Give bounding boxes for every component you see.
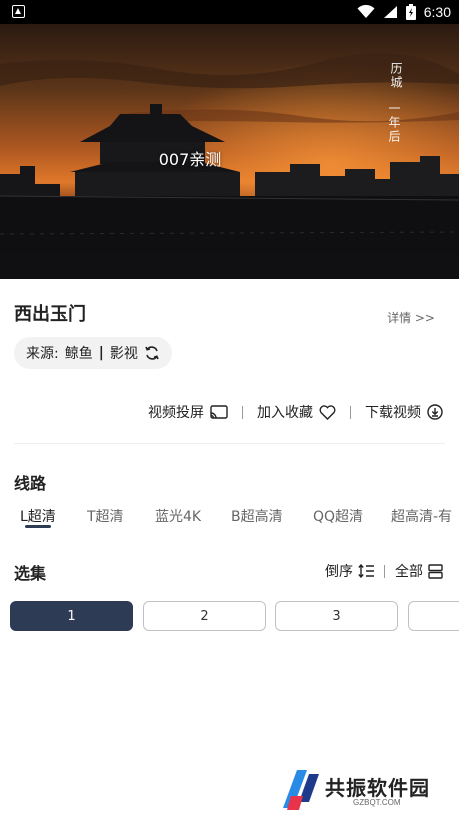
video-title: 007亲测 [158, 150, 222, 169]
notification-icon [12, 5, 25, 18]
source-label: 来源: [26, 346, 59, 362]
status-time: 6:30 [423, 4, 451, 20]
video-caption-1: 历城 [389, 62, 403, 90]
section-divider [14, 443, 445, 444]
signal-icon [383, 6, 397, 18]
episode-button[interactable] [408, 601, 459, 631]
source-selector[interactable]: 来源: 鲸鱼 | 影视 [14, 337, 172, 369]
route-tab[interactable]: 超高清-有 [391, 506, 452, 526]
watermark-logo [283, 770, 319, 810]
detail-link[interactable]: 详情 >> [387, 309, 435, 326]
source-separator: | [98, 345, 104, 361]
sort-label: 倒序 [325, 564, 353, 580]
action-divider [350, 405, 351, 419]
routes-heading: 线路 [14, 474, 47, 493]
download-icon [427, 404, 443, 420]
route-tab[interactable]: T超清 [87, 506, 124, 526]
all-episodes-button[interactable]: 全部 [395, 561, 443, 581]
route-tab[interactable]: L超清 [20, 506, 56, 526]
route-tab[interactable]: QQ超清 [313, 506, 363, 526]
download-label: 下载视频 [365, 405, 421, 421]
routes-list: L超清 T超清 蓝光4K B超高清 QQ超清 超高清-有 [0, 506, 459, 530]
status-bar: 6:30 [0, 0, 459, 24]
episode-button[interactable]: 2 [143, 601, 266, 631]
action-bar: 视频投屏 加入收藏 下载视频 [148, 402, 443, 422]
watermark-subtext: GZBQT.COM [353, 798, 401, 807]
episode-controls-divider [384, 564, 385, 578]
source-name: 鲸鱼 [64, 346, 93, 362]
episodes-heading: 选集 [14, 564, 47, 583]
heart-icon [319, 404, 336, 420]
episodes-list: 1 2 3 [10, 601, 459, 631]
download-button[interactable]: 下载视频 [365, 402, 443, 422]
episode-controls: 倒序 全部 [325, 561, 443, 581]
episode-button[interactable]: 3 [275, 601, 398, 631]
route-active-indicator [25, 525, 51, 528]
all-label: 全部 [395, 564, 423, 580]
video-player[interactable]: 007亲测 历城 一年后 [0, 24, 459, 279]
source-category: 影视 [109, 346, 138, 362]
episode-button[interactable]: 1 [10, 601, 133, 631]
watermark: 共振软件园 GZBQT.COM [283, 768, 443, 814]
route-tab[interactable]: B超高清 [231, 506, 283, 526]
sort-icon [358, 564, 374, 578]
cast-button[interactable]: 视频投屏 [148, 402, 228, 422]
battery-icon [405, 4, 416, 20]
watermark-text: 共振软件园 [325, 776, 430, 800]
status-icons: 6:30 [357, 3, 451, 21]
movie-title: 西出玉门 [14, 304, 86, 325]
grid-icon [428, 563, 443, 579]
route-tab[interactable]: 蓝光4K [155, 506, 201, 526]
favorite-label: 加入收藏 [257, 405, 313, 421]
refresh-icon[interactable] [144, 345, 160, 361]
wifi-icon [357, 5, 375, 18]
sort-button[interactable]: 倒序 [325, 561, 374, 581]
video-caption-2: 一年后 [387, 102, 401, 144]
favorite-button[interactable]: 加入收藏 [257, 402, 336, 422]
action-divider [242, 405, 243, 419]
cast-label: 视频投屏 [148, 405, 204, 421]
cast-icon [210, 405, 228, 419]
